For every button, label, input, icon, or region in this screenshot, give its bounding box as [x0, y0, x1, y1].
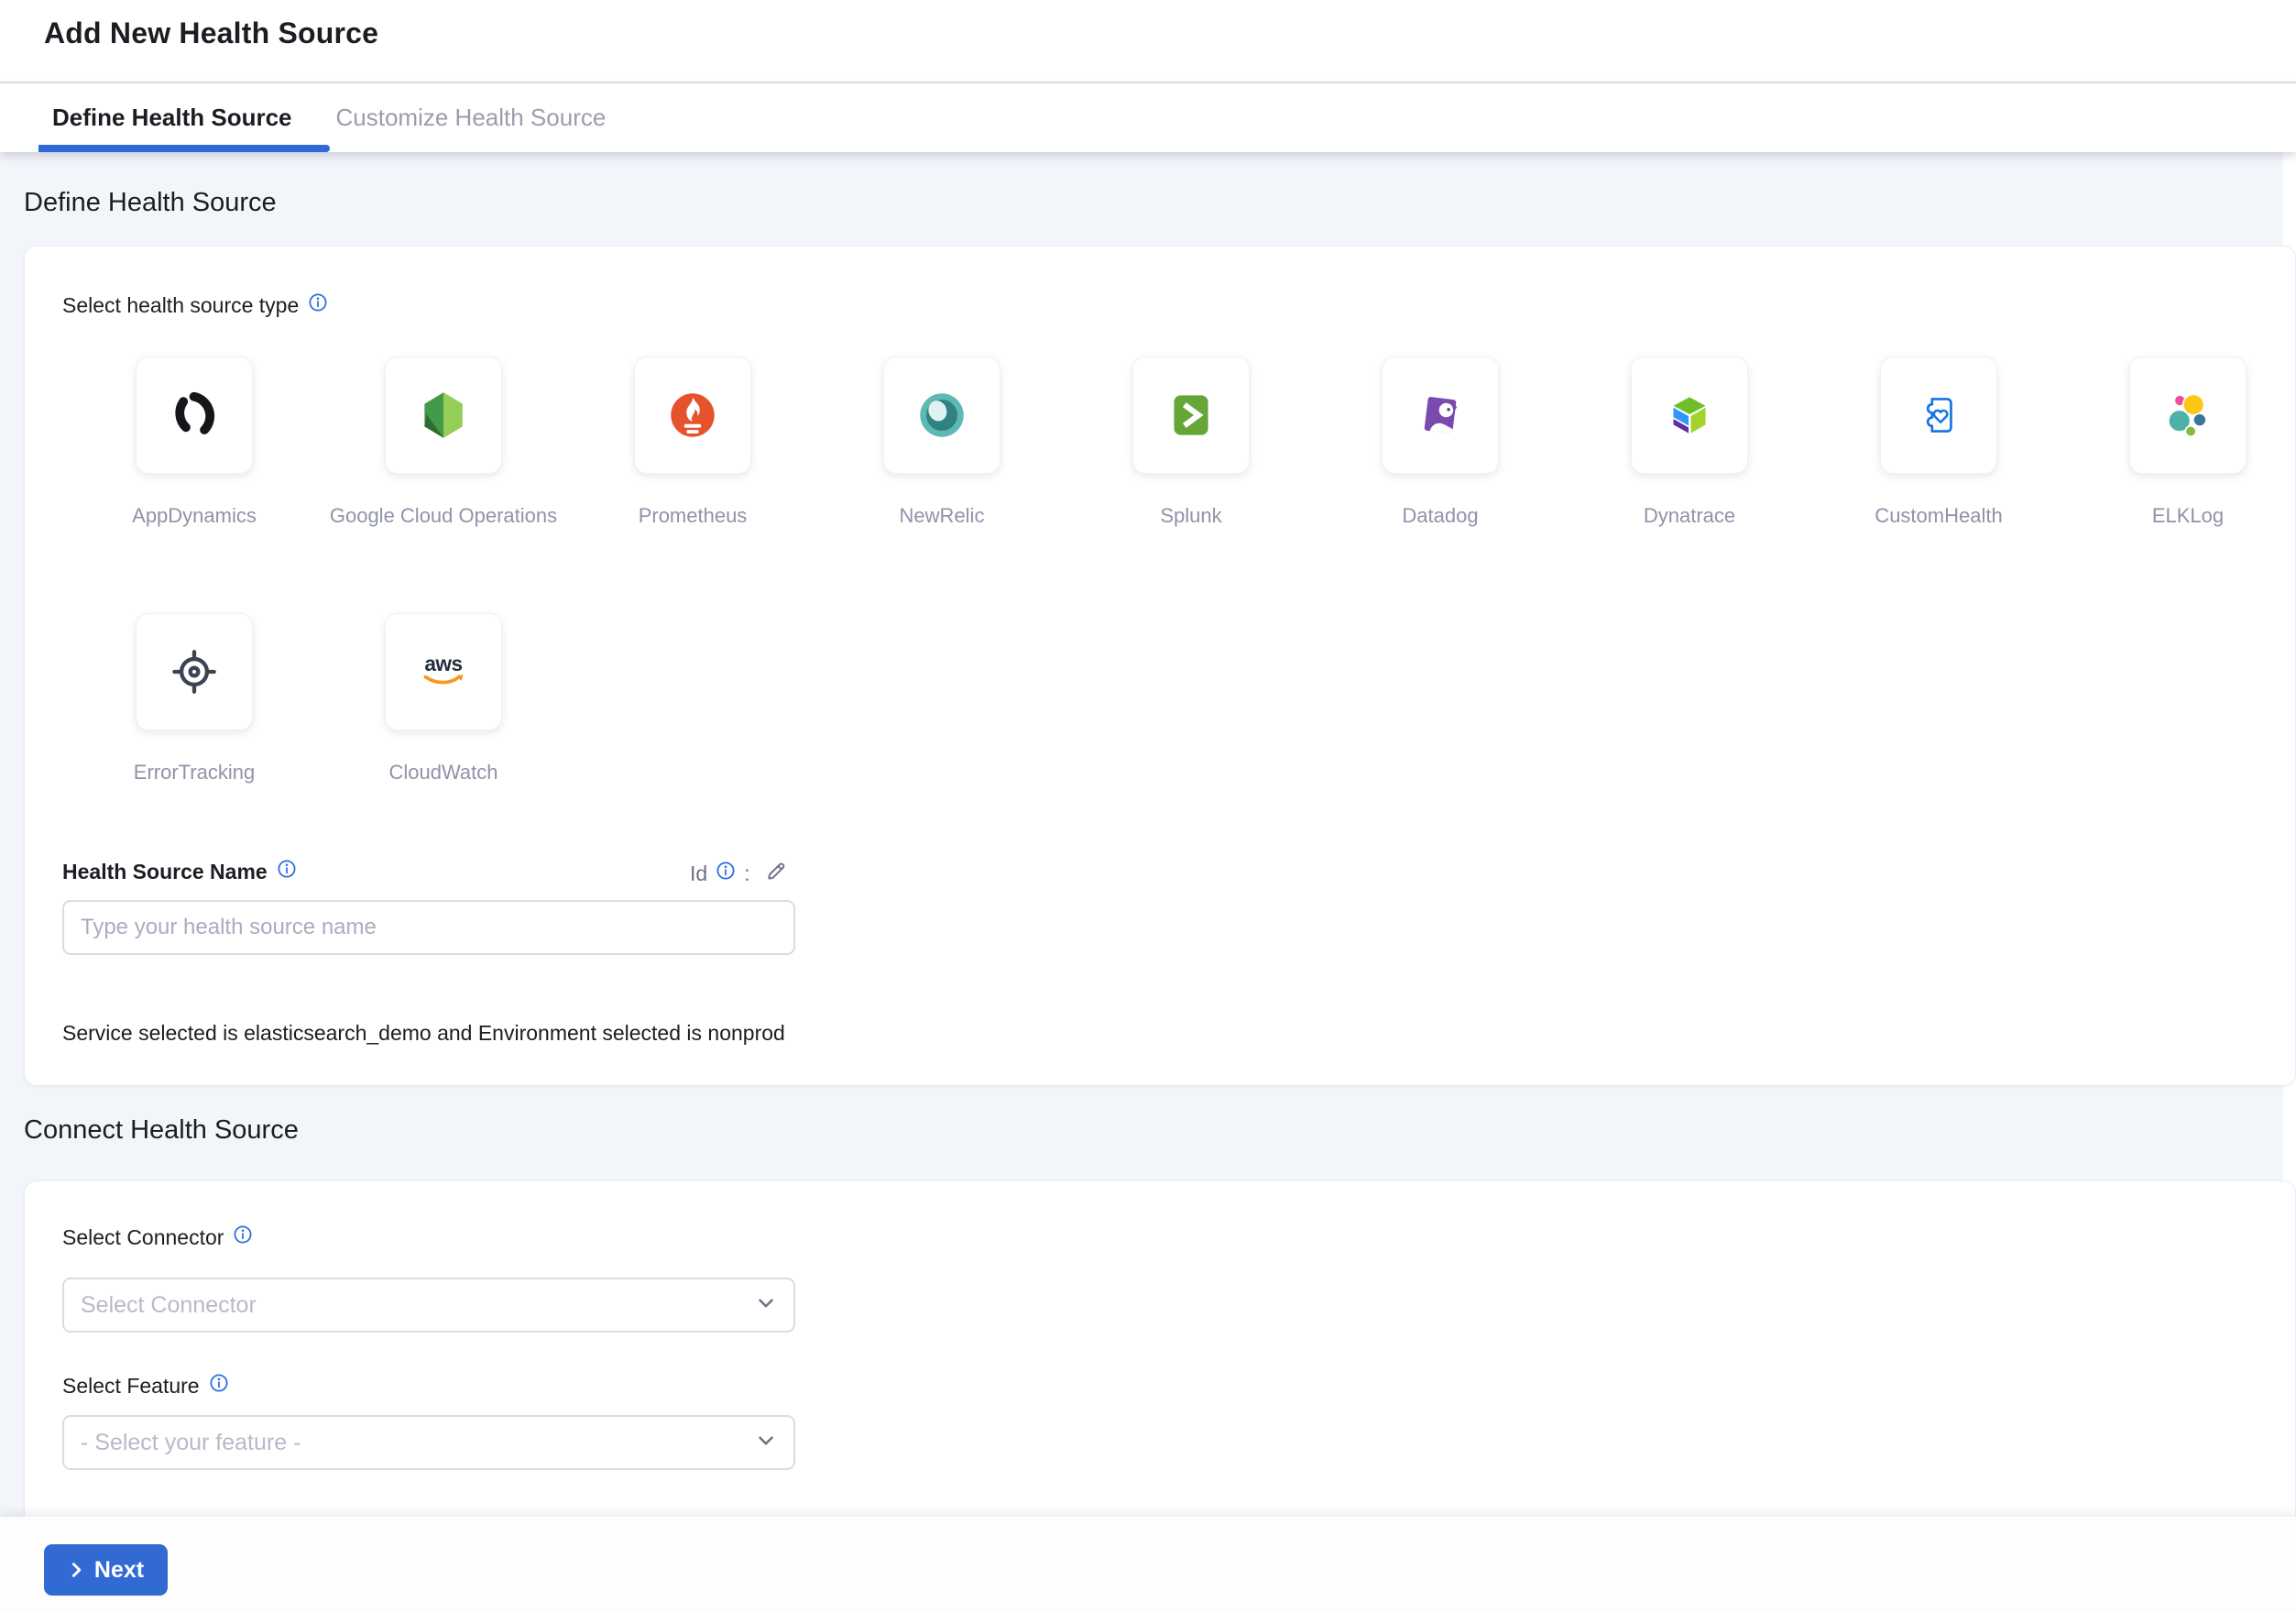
select-connector-label: Select Connector	[62, 1225, 224, 1250]
tile-label: Dynatrace	[1644, 504, 1735, 528]
select-type-label: Select health source type	[62, 293, 299, 318]
tile-label: CloudWatch	[388, 761, 497, 785]
main-content: Define Health Source Select health sourc…	[0, 152, 2296, 1517]
feature-select[interactable]: - Select your feature -	[62, 1415, 795, 1470]
health-source-tile-datadog[interactable]: Datadog	[1382, 357, 1499, 474]
tab-define-health-source[interactable]: Define Health Source	[52, 104, 292, 132]
tab-customize-health-source[interactable]: Customize Health Source	[336, 104, 607, 132]
info-icon[interactable]	[277, 859, 297, 884]
health-source-tile-google-cloud-operations[interactable]: Google Cloud Operations	[385, 357, 502, 474]
health-source-tile-cloudwatch[interactable]: aws CloudWatch	[385, 613, 502, 730]
tile-label: AppDynamics	[132, 504, 257, 528]
id-label-row: Id :	[690, 859, 788, 888]
health-source-name-label: Health Source Name	[62, 860, 268, 884]
health-source-tile-customhealth[interactable]: CustomHealth	[1880, 357, 1997, 474]
tile-label: ELKLog	[2152, 504, 2224, 528]
tile-label: Splunk	[1160, 504, 1221, 528]
select-type-label-row: Select health source type	[62, 292, 328, 318]
info-icon[interactable]	[233, 1224, 253, 1250]
active-tab-underline	[38, 145, 330, 152]
health-source-tile-errortracking[interactable]: ErrorTracking	[136, 613, 253, 730]
aws-logo-icon: aws	[413, 642, 474, 702]
tile-label: CustomHealth	[1875, 504, 2002, 528]
next-button-label: Next	[94, 1557, 144, 1584]
prometheus-logo-icon	[662, 385, 723, 445]
tab-bar: Define Health Source Customize Health So…	[0, 83, 2296, 152]
health-source-tile-prometheus[interactable]: Prometheus	[634, 357, 751, 474]
select-connector-label-row: Select Connector	[62, 1224, 253, 1250]
connector-select-placeholder: Select Connector	[81, 1292, 753, 1319]
info-icon[interactable]	[308, 292, 328, 318]
health-source-name-label-row: Health Source Name	[62, 859, 297, 884]
select-feature-label: Select Feature	[62, 1374, 200, 1399]
add-health-source-page: Add New Health Source Define Health Sour…	[0, 0, 2296, 1613]
datadog-logo-icon	[1410, 385, 1471, 445]
tile-label: Prometheus	[639, 504, 748, 528]
next-button[interactable]: Next	[44, 1544, 168, 1596]
page-header: Add New Health Source	[0, 0, 2296, 82]
health-source-type-grid: AppDynamics Google Cloud Operations Prom…	[136, 357, 2252, 730]
footer-bar: Next	[0, 1517, 2296, 1613]
appdynamics-logo-icon	[164, 385, 224, 445]
feature-select-placeholder: - Select your feature -	[81, 1430, 753, 1456]
google-cloud-operations-logo-icon	[413, 385, 474, 445]
splunk-logo-icon	[1161, 385, 1221, 445]
select-feature-label-row: Select Feature	[62, 1373, 229, 1399]
info-icon[interactable]	[209, 1373, 229, 1399]
health-source-tile-newrelic[interactable]: NewRelic	[883, 357, 1000, 474]
define-section-heading: Define Health Source	[24, 188, 277, 218]
define-health-source-card: Select health source type AppDynamics Go…	[24, 246, 2296, 1086]
health-source-tile-dynatrace[interactable]: Dynatrace	[1631, 357, 1748, 474]
svg-text:aws: aws	[424, 652, 462, 675]
health-source-tile-appdynamics[interactable]: AppDynamics	[136, 357, 253, 474]
tile-label: ErrorTracking	[134, 761, 255, 785]
health-source-name-input[interactable]	[62, 900, 795, 955]
chevron-down-icon	[753, 1290, 779, 1321]
info-icon[interactable]	[716, 861, 736, 886]
dynatrace-logo-icon	[1659, 385, 1720, 445]
customhealth-ticket-heart-icon	[1908, 385, 1969, 445]
chevron-right-icon	[68, 1561, 86, 1579]
id-colon: :	[744, 861, 749, 886]
edit-pencil-icon[interactable]	[764, 859, 788, 888]
connector-select[interactable]: Select Connector	[62, 1278, 795, 1333]
errortracking-target-icon	[164, 642, 224, 702]
chevron-down-icon	[753, 1428, 779, 1458]
tile-label: NewRelic	[900, 504, 985, 528]
page-title: Add New Health Source	[44, 16, 378, 50]
elastic-logo-icon	[2158, 385, 2218, 445]
tile-label: Datadog	[1402, 504, 1478, 528]
health-source-tile-splunk[interactable]: Splunk	[1132, 357, 1250, 474]
newrelic-logo-icon	[912, 385, 972, 445]
tile-label: Google Cloud Operations	[330, 504, 557, 528]
connect-section-heading: Connect Health Source	[24, 1115, 299, 1146]
id-label: Id	[690, 861, 707, 886]
service-environment-note: Service selected is elasticsearch_demo a…	[62, 1021, 785, 1046]
health-source-tile-elklog[interactable]: ELKLog	[2129, 357, 2247, 474]
connect-health-source-card: Select Connector Select Connector Select…	[24, 1180, 2296, 1517]
